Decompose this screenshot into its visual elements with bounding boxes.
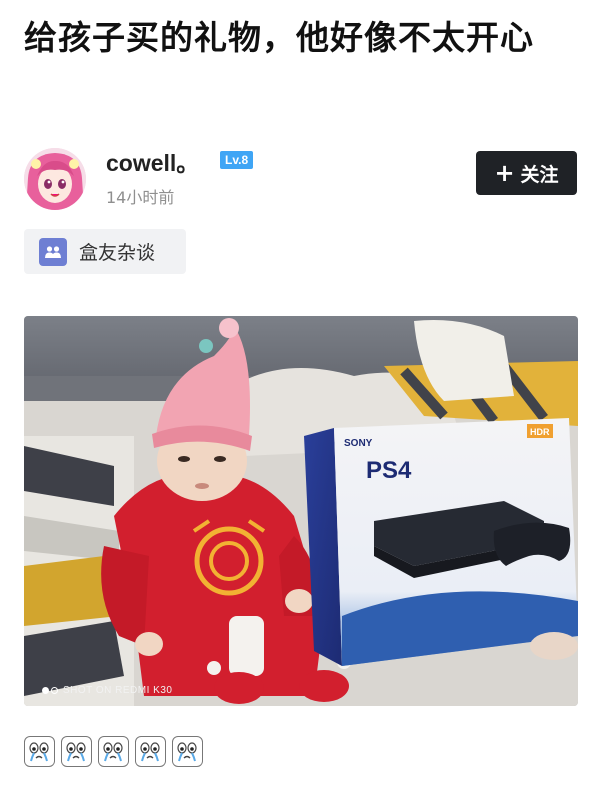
- post-title: 给孩子买的礼物，他好像不太开心: [24, 18, 534, 57]
- avatar[interactable]: [24, 148, 86, 210]
- level-badge: Lv.8: [220, 151, 254, 169]
- topic-tag[interactable]: 盒友杂谈: [24, 229, 186, 274]
- camera-watermark: SHOT ON REDMI K30: [42, 685, 172, 696]
- author-name[interactable]: cowell。: [106, 144, 199, 178]
- box-brand-text: SONY: [344, 438, 373, 449]
- crying-face-icon[interactable]: [135, 736, 166, 767]
- camera-watermark-text: SHOT ON REDMI K30: [63, 685, 173, 696]
- follow-button[interactable]: + 关注: [476, 151, 577, 195]
- camera-dots-icon: [42, 687, 58, 694]
- follow-button-label: 关注: [520, 163, 559, 186]
- crying-face-icon[interactable]: [172, 736, 203, 767]
- crying-face-icon[interactable]: [61, 736, 92, 767]
- reaction-emoji-row: [24, 736, 203, 767]
- box-badge-text: HDR: [530, 427, 550, 437]
- post-time: 14小时前: [106, 188, 175, 207]
- box-product-text: PS4: [366, 457, 412, 484]
- plus-icon: +: [494, 159, 515, 187]
- group-chat-icon: [39, 237, 67, 266]
- post-image[interactable]: SONY HDR PS4 SHOT ON REDMI K30: [24, 316, 578, 706]
- topic-tag-label: 盒友杂谈: [79, 242, 156, 264]
- crying-face-icon[interactable]: [98, 736, 129, 767]
- crying-face-icon[interactable]: [24, 736, 55, 767]
- baby-with-ps4-photo: SONY HDR PS4: [24, 316, 578, 706]
- anime-avatar-icon: [24, 148, 86, 210]
